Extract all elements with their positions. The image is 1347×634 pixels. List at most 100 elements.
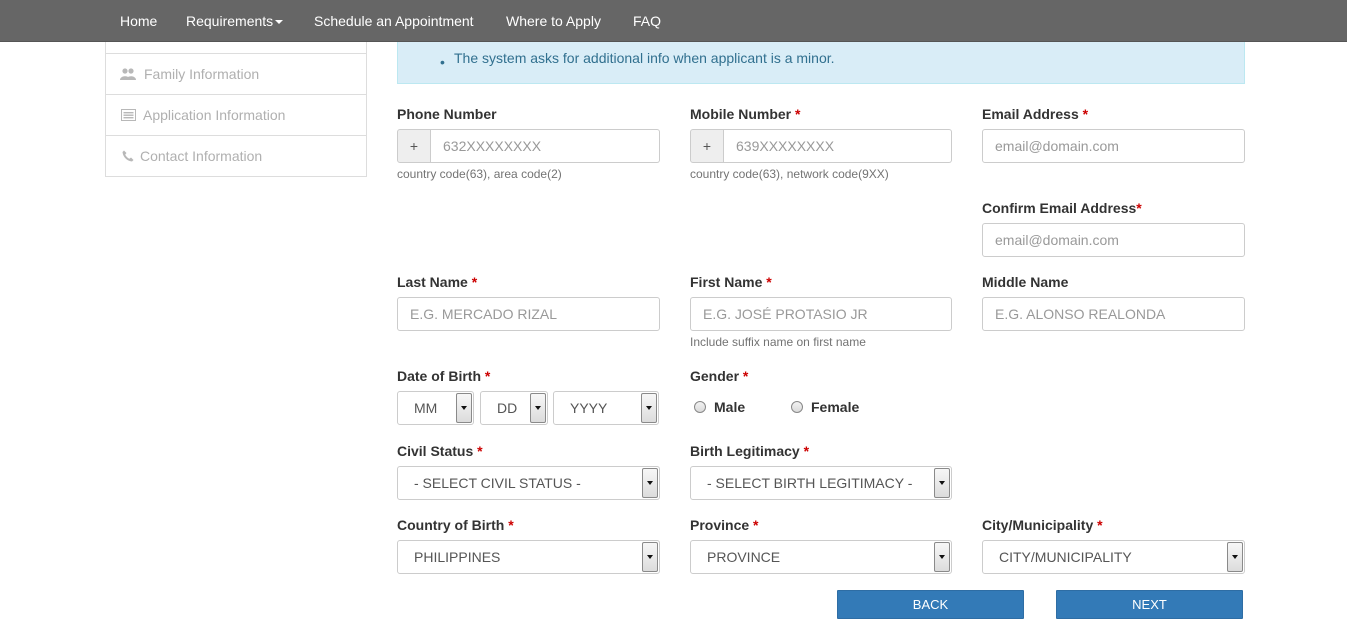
middle-name-label: Middle Name bbox=[982, 274, 1069, 290]
dob-year-select[interactable]: YYYY bbox=[553, 391, 659, 425]
last-name-input[interactable] bbox=[397, 297, 660, 331]
phone-help-text: country code(63), area code(2) bbox=[397, 167, 562, 181]
nav-faq[interactable]: FAQ bbox=[633, 0, 661, 42]
required-mark: * bbox=[742, 368, 749, 384]
chevron-down-icon bbox=[642, 542, 658, 572]
confirm-email-label-text: Confirm Email Address bbox=[982, 200, 1137, 216]
chevron-down-icon bbox=[1227, 542, 1243, 572]
mobile-help-text: country code(63), network code(9XX) bbox=[690, 167, 889, 181]
gender-male-option[interactable]: Male bbox=[694, 398, 745, 416]
phone-number-input[interactable] bbox=[431, 129, 660, 163]
alert-text: The system asks for additional info when… bbox=[454, 50, 835, 66]
province-label: Province * bbox=[690, 517, 758, 533]
email-address-label: Email Address * bbox=[982, 106, 1088, 122]
required-mark: * bbox=[1082, 106, 1089, 122]
birth-legitimacy-label: Birth Legitimacy * bbox=[690, 443, 809, 459]
birth-legitimacy-value: - SELECT BIRTH LEGITIMACY - bbox=[707, 475, 913, 491]
required-mark: * bbox=[766, 274, 772, 290]
gender-label-text: Gender bbox=[690, 368, 740, 384]
email-address-label-text: Email Address bbox=[982, 106, 1079, 122]
dob-day-value: DD bbox=[497, 400, 518, 416]
dob-month-value: MM bbox=[414, 400, 438, 416]
country-of-birth-value: PHILIPPINES bbox=[414, 549, 501, 565]
required-mark: * bbox=[508, 517, 514, 533]
civil-status-select[interactable]: - SELECT CIVIL STATUS - bbox=[397, 466, 660, 500]
date-of-birth-label: Date of Birth * bbox=[397, 368, 490, 384]
civil-status-value: - SELECT CIVIL STATUS - bbox=[414, 475, 581, 491]
confirm-email-label: Confirm Email Address* bbox=[982, 200, 1142, 216]
required-mark: * bbox=[1136, 200, 1142, 216]
gender-female-radio[interactable] bbox=[791, 401, 803, 413]
date-of-birth-label-text: Date of Birth bbox=[397, 368, 481, 384]
required-mark: * bbox=[477, 443, 483, 459]
required-mark: * bbox=[753, 517, 759, 533]
nav-home[interactable]: Home bbox=[120, 0, 157, 42]
nav-schedule[interactable]: Schedule an Appointment bbox=[314, 0, 474, 42]
dob-day-select[interactable]: DD bbox=[480, 391, 548, 425]
mobile-number-input[interactable] bbox=[724, 129, 952, 163]
gender-female-option[interactable]: Female bbox=[791, 398, 859, 416]
mobile-number-label: Mobile Number * bbox=[690, 106, 800, 122]
confirm-email-input[interactable] bbox=[982, 223, 1245, 257]
last-name-label-text: Last Name bbox=[397, 274, 468, 290]
civil-status-label-text: Civil Status bbox=[397, 443, 474, 459]
phone-number-label: Phone Number bbox=[397, 106, 497, 122]
first-name-label-text: First Name bbox=[690, 274, 763, 290]
phone-icon bbox=[120, 136, 136, 176]
required-mark: * bbox=[1097, 517, 1103, 533]
phone-prefix: + bbox=[397, 129, 431, 163]
first-name-label: First Name * bbox=[690, 274, 772, 290]
city-municipality-value: CITY/MUNICIPALITY bbox=[999, 549, 1132, 565]
dob-year-value: YYYY bbox=[570, 400, 608, 416]
city-municipality-select[interactable]: CITY/MUNICIPALITY bbox=[982, 540, 1245, 574]
nav-where-to-apply[interactable]: Where to Apply bbox=[506, 0, 601, 42]
top-navbar: Home Requirements Schedule an Appointmen… bbox=[0, 0, 1347, 42]
back-button[interactable]: BACK bbox=[837, 590, 1024, 619]
sidebar-item-label: Family Information bbox=[144, 66, 260, 82]
gender-male-radio[interactable] bbox=[694, 401, 706, 413]
chevron-down-icon bbox=[642, 468, 658, 498]
required-mark: * bbox=[471, 274, 478, 290]
gender-male-label: Male bbox=[714, 399, 746, 415]
list-icon bbox=[120, 95, 136, 135]
required-mark: * bbox=[484, 368, 491, 384]
mobile-number-label-text: Mobile Number bbox=[690, 106, 792, 122]
required-mark: * bbox=[795, 106, 801, 122]
birth-legitimacy-select[interactable]: - SELECT BIRTH LEGITIMACY - bbox=[690, 466, 952, 500]
sidebar-item-label: Contact Information bbox=[140, 148, 263, 164]
dob-month-select[interactable]: MM bbox=[397, 391, 474, 425]
sidebar-item-family-information[interactable]: Family Information bbox=[106, 53, 366, 94]
users-icon bbox=[120, 54, 136, 94]
gender-female-label: Female bbox=[811, 399, 860, 415]
gender-label: Gender * bbox=[690, 368, 748, 384]
chevron-down-icon bbox=[641, 393, 657, 423]
next-button[interactable]: NEXT bbox=[1056, 590, 1243, 619]
chevron-down-icon bbox=[530, 393, 546, 423]
country-of-birth-select[interactable]: PHILIPPINES bbox=[397, 540, 660, 574]
step-sidebar: Family Information Application Informati… bbox=[105, 42, 367, 177]
sidebar-item-application-information[interactable]: Application Information bbox=[106, 94, 366, 135]
city-municipality-label: City/Municipality * bbox=[982, 517, 1103, 533]
phone-number-label-text: Phone Number bbox=[397, 106, 497, 122]
caret-down-icon bbox=[275, 20, 284, 25]
province-select[interactable]: PROVINCE bbox=[690, 540, 952, 574]
province-label-text: Province bbox=[690, 517, 750, 533]
nav-requirements[interactable]: Requirements bbox=[186, 0, 284, 42]
minor-info-alert: • The system asks for additional info wh… bbox=[397, 42, 1245, 84]
email-address-input[interactable] bbox=[982, 129, 1245, 163]
mobile-prefix: + bbox=[690, 129, 724, 163]
chevron-down-icon bbox=[934, 542, 950, 572]
middle-name-input[interactable] bbox=[982, 297, 1245, 331]
sidebar-item-contact-information[interactable]: Contact Information bbox=[106, 135, 366, 176]
country-of-birth-label-text: Country of Birth bbox=[397, 517, 505, 533]
city-municipality-label-text: City/Municipality bbox=[982, 517, 1094, 533]
nav-requirements-label: Requirements bbox=[186, 13, 274, 29]
chevron-down-icon bbox=[934, 468, 950, 498]
country-of-birth-label: Country of Birth * bbox=[397, 517, 514, 533]
province-value: PROVINCE bbox=[707, 549, 781, 565]
chevron-down-icon bbox=[456, 393, 472, 423]
required-mark: * bbox=[803, 443, 810, 459]
first-name-help-text: Include suffix name on first name bbox=[690, 335, 866, 349]
first-name-input[interactable] bbox=[690, 297, 952, 331]
last-name-label: Last Name * bbox=[397, 274, 477, 290]
